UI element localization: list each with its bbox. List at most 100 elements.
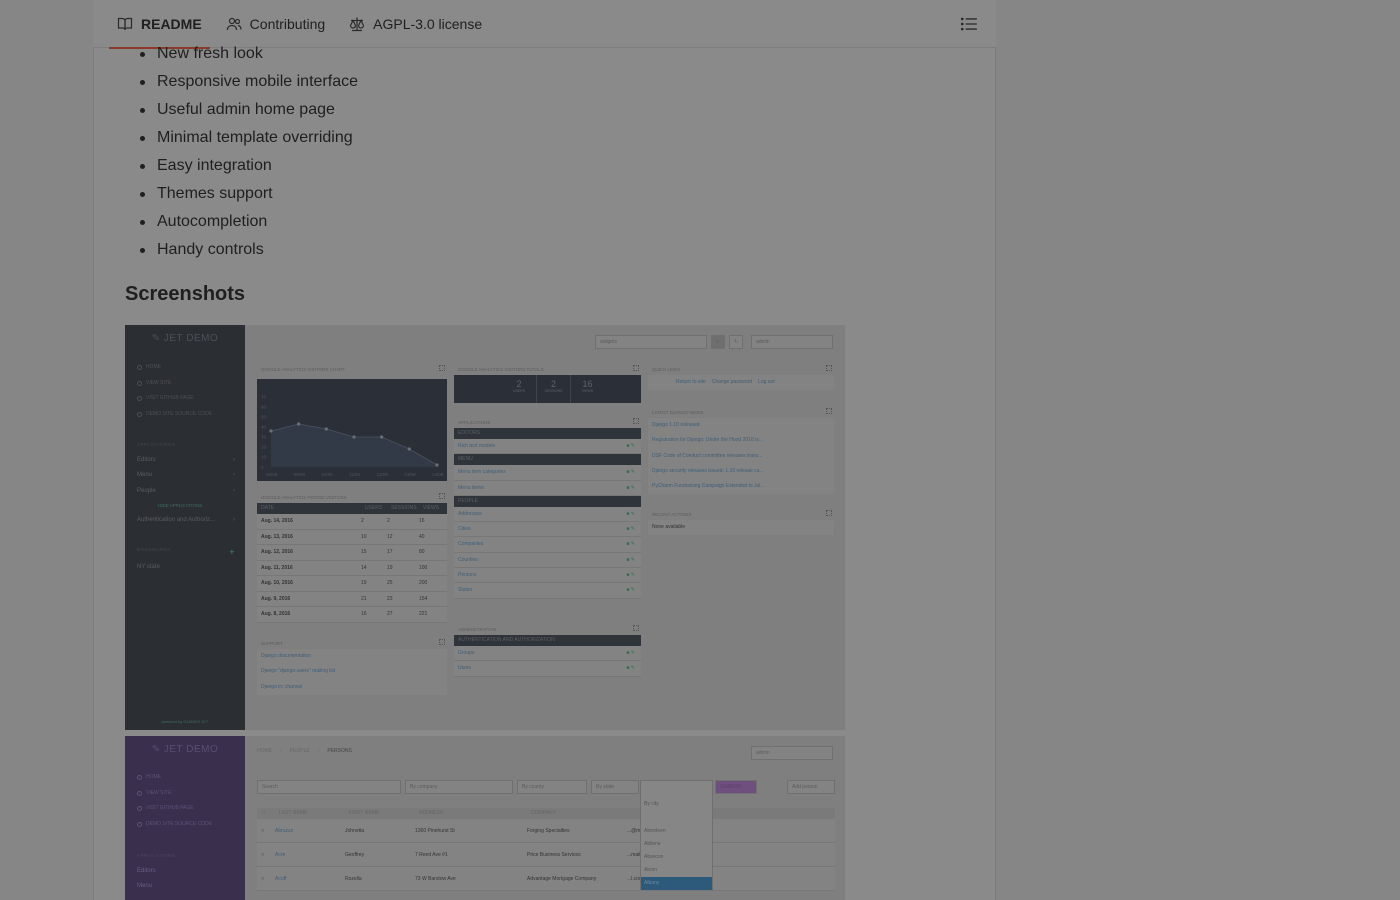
table-cell: 154 xyxy=(419,595,428,602)
chart-point xyxy=(435,463,439,467)
table-cell: 16 xyxy=(361,611,367,617)
period-rows: Aug. 14, 2016 2 2 16 Aug. 13, 2016 10 12 40 Aug.… xyxy=(257,514,447,623)
table-cell: Acuff xyxy=(275,876,287,882)
y-tick-label: 10 xyxy=(261,455,267,460)
law-icon xyxy=(350,17,365,31)
tab-label: README xyxy=(141,15,202,32)
tab-label: Contributing xyxy=(249,15,326,32)
city-option: Absecon xyxy=(644,854,664,860)
table-cell: Aug. 12, 2016 xyxy=(261,549,293,555)
table-cell: Advantage Mortgage Company xyxy=(527,876,597,882)
panel-title: APPLICATIONS xyxy=(454,418,641,428)
x-tick-label: 09/08 xyxy=(294,472,306,477)
demo-nav-item: HOME xyxy=(137,360,212,376)
demo-line-chart: 0 10 20 30 40 50 60 70 08/08 09/08 10/08 11/08 12/08… xyxy=(257,379,447,481)
grip-icon xyxy=(633,365,639,371)
table-cell: 19 xyxy=(387,564,393,571)
nav-label: VIEW SITE xyxy=(146,379,172,386)
panel-title-text: GOOGLE ANALYTICS VISITORS CHART xyxy=(261,367,346,372)
app-model-row: Menu items ■ ✎ xyxy=(454,480,641,496)
table-cell: Aug. 14, 2016 xyxy=(261,518,293,524)
demo-reset-icon: ↻ xyxy=(729,335,743,349)
nav-dot-icon xyxy=(137,775,142,781)
demo-bookmark-item: NY state xyxy=(137,564,235,570)
nav-dot-icon xyxy=(137,365,142,371)
demo-app-item: Menu › xyxy=(137,472,235,478)
app-model-row: Menu item categories ■ ✎ xyxy=(454,465,641,481)
demo-app-item: Editors xyxy=(137,868,235,874)
table-cell: 1360 Pinehurst St xyxy=(415,828,455,834)
chart-point xyxy=(352,435,356,439)
model-label: Cities xyxy=(458,526,471,533)
x-tick-label: 13/08 xyxy=(404,472,416,477)
col-header: ADDRESS xyxy=(419,810,444,816)
app-label: Editors xyxy=(137,457,156,463)
list-item: Easy integration xyxy=(140,152,358,180)
nav-dot-icon xyxy=(137,821,142,827)
table-cell: 25 xyxy=(387,580,393,586)
demo-support-panel: SUPPORT Django documentation Django "dja… xyxy=(257,639,447,695)
demo-city-dropdown: By city Aberdeen Abilene Absecon Akron Alban… xyxy=(640,780,713,890)
stat-label: VIEWS xyxy=(581,389,594,393)
list-icon[interactable] xyxy=(960,15,978,33)
demo-nav: HOME VIEW SITE VISIT GITHUB PAGE DEMO SI… xyxy=(137,770,212,832)
table-row: Aug. 13, 2016 10 12 40 xyxy=(257,529,447,545)
demo-recent-actions-panel: RECENT ACTIONS None available xyxy=(648,510,834,536)
list-item: Responsive mobile interface xyxy=(140,68,358,96)
quick-link: Return to site xyxy=(676,379,706,385)
add-change-icon: ■ ✎ xyxy=(626,541,635,548)
demo-breadcrumb: HOME › PEOPLE › PERSONS xyxy=(257,748,352,754)
x-tick-label: 10/08 xyxy=(321,472,333,477)
demo-filter-select: By company xyxy=(405,780,513,794)
app-model-row: Groups ■ ✎ xyxy=(454,646,641,662)
demo-user-select: admin xyxy=(751,335,833,349)
total-stat: 16 VIEWS xyxy=(570,375,604,403)
app-group-header: AUTHENTICATION AND AUTHORIZATION xyxy=(454,635,641,646)
chevron-right-icon: › xyxy=(233,472,235,478)
app-label: People xyxy=(137,488,156,494)
section-heading: Screenshots xyxy=(125,283,246,305)
app-group-header: EDITORS xyxy=(454,428,641,439)
table-row: ○ Acuff Rozella 73 W Barstow Ave Advantage M… xyxy=(257,867,835,891)
demo-sidebar: ✎ JET DEMO HOME VIEW SITE VISIT GITHUB P… xyxy=(125,736,245,900)
totals-box: 2 USERS 2 SESSIONS 16 VIEWS xyxy=(454,375,641,403)
demo-app-item: Menu xyxy=(137,883,235,889)
screenshot-persons-list: ✎ JET DEMO HOME VIEW SITE VISIT GITHUB P… xyxy=(125,736,845,900)
city-options: Aberdeen Abilene Absecon Akron Albany xyxy=(641,825,712,890)
checkbox-icon: ○ xyxy=(261,876,265,882)
y-tick-label: 0 xyxy=(261,465,264,470)
tab-license[interactable]: AGPL-3.0 license xyxy=(341,0,490,48)
people-icon xyxy=(226,17,242,30)
nav-dot-icon xyxy=(137,411,142,417)
breadcrumb-sep: › xyxy=(317,748,320,754)
checkbox-icon: ☐ xyxy=(261,810,266,816)
grip-icon xyxy=(439,639,445,645)
breadcrumb-item: PEOPLE xyxy=(289,748,310,754)
demo-app-item: People › xyxy=(137,488,235,494)
demo-footer: powered by DJANGO JET xyxy=(161,719,209,724)
panel-title-text: ADMINISTRATION xyxy=(458,627,497,632)
table-cell: 7 Reed Ave #1 xyxy=(415,852,448,858)
demo-nav-item: DEMO SITE SOURCE CODE xyxy=(137,817,212,833)
demo-add-widget-icon: + xyxy=(711,335,725,349)
nav-label: DEMO SITE SOURCE CODE xyxy=(146,410,213,417)
chevron-right-icon: › xyxy=(233,457,235,463)
book-icon xyxy=(117,17,133,30)
feature-list: New fresh look Responsive mobile interfa… xyxy=(140,40,358,264)
city-option: Aberdeen xyxy=(644,828,666,834)
panel-title: GOOGLE ANALYTICS VISITORS CHART xyxy=(257,365,447,375)
model-label: States xyxy=(458,587,473,594)
screenshot-dashboard: ✎ JET DEMO HOME VIEW SITE VISIT GITHUB P… xyxy=(125,325,845,730)
add-change-icon: ■ ✎ xyxy=(626,556,635,563)
demo-totals-panel: GOOGLE ANALYTICS VISITORS TOTALS 2 USERS … xyxy=(454,365,641,403)
news-item: Registration for Django: Under the Hood … xyxy=(648,433,834,449)
col-header: COMPANY xyxy=(531,810,556,816)
city-option: Akron xyxy=(644,867,658,873)
total-stat: 2 SESSIONS xyxy=(536,375,570,403)
demo-bookmarks-heading: BOOKMARKS + xyxy=(137,547,235,557)
table-cell: Forging Specialties xyxy=(527,828,570,834)
demo-app-item: Authentication and Authoriz... › xyxy=(137,517,235,523)
chart-point xyxy=(297,422,301,426)
quick-link: Log out xyxy=(758,379,775,385)
panel-title: GOOGLE ANALYTICS PERIOD VISITORS xyxy=(257,493,447,503)
